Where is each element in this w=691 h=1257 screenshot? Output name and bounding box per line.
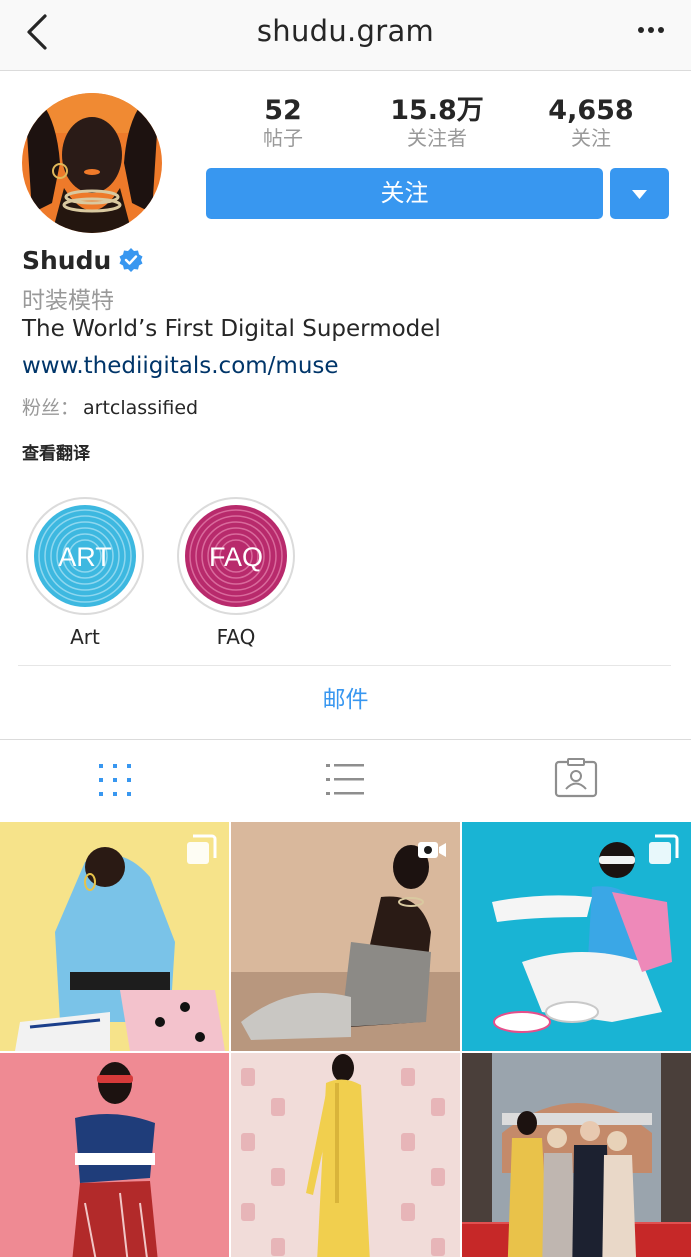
posts-label: 帖子 (263, 126, 303, 150)
profile-website-link[interactable]: www.thediigitals.com/muse (22, 353, 339, 379)
stat-posts[interactable]: 52 帖子 (208, 95, 358, 151)
post-image (0, 1053, 229, 1257)
posts-grid (0, 820, 691, 1257)
highlight-ring: FAQ (177, 497, 295, 615)
divider (18, 665, 671, 666)
carousel-icon (187, 834, 217, 864)
highlight-label-art: Art (70, 625, 100, 649)
profile-avatar[interactable] (22, 93, 162, 233)
followed-by-line: 粉丝： artclassified (22, 393, 198, 420)
followed-by-label: 粉丝： (22, 397, 80, 419)
profile-category: 时装模特 (22, 288, 114, 314)
post-thumbnail[interactable] (231, 1053, 460, 1257)
email-button[interactable]: 邮件 (0, 680, 691, 714)
posts-count: 52 (264, 95, 302, 126)
grid-icon (99, 764, 131, 796)
highlight-ring: ART (26, 497, 144, 615)
following-label: 关注 (571, 126, 611, 150)
post-thumbnail[interactable] (0, 1053, 229, 1257)
stat-following[interactable]: 4,658 关注 (516, 95, 666, 151)
tagged-icon (554, 758, 598, 798)
profile-bio: The World’s First Digital Supermodel (22, 316, 441, 342)
profile-username-title: shudu.gram (256, 14, 435, 48)
story-highlight-art[interactable]: ART Art (25, 497, 145, 649)
tab-list[interactable] (315, 755, 375, 805)
carousel-icon (649, 834, 679, 864)
video-camera-icon (418, 842, 446, 858)
verified-badge-icon (119, 248, 143, 272)
post-image (462, 1053, 691, 1257)
profile-name: Shudu (22, 245, 112, 275)
caret-down-icon (632, 190, 647, 199)
story-highlight-faq[interactable]: FAQ FAQ (176, 497, 296, 649)
divider (0, 739, 691, 740)
highlight-cover: ART (34, 505, 136, 607)
followers-count: 15.8万 (390, 95, 484, 126)
more-options-button[interactable] (633, 18, 669, 42)
post-thumbnail[interactable] (231, 822, 460, 1051)
followed-by-username[interactable]: artclassified (83, 397, 198, 419)
faq-cover-text: FAQ (209, 542, 263, 572)
more-horizontal-icon (638, 27, 664, 33)
top-nav-bar: shudu.gram (0, 0, 691, 71)
highlight-label-faq: FAQ (216, 625, 256, 649)
faq-highlight-cover-image: FAQ (185, 505, 287, 607)
follow-button[interactable]: 关注 (206, 168, 603, 219)
avatar-image (22, 93, 162, 233)
post-thumbnail[interactable] (0, 822, 229, 1051)
post-thumbnail[interactable] (462, 1053, 691, 1257)
list-icon (326, 764, 364, 795)
art-highlight-cover-image: ART (34, 505, 136, 607)
following-count: 4,658 (548, 95, 634, 126)
art-cover-text: ART (58, 542, 112, 572)
profile-name-row: Shudu (22, 244, 144, 276)
suggestions-dropdown-button[interactable] (610, 168, 669, 219)
profile-stats: 52 帖子 15.8万 关注者 4,658 关注 (206, 96, 670, 152)
tab-tagged[interactable] (546, 755, 606, 805)
post-image (231, 1053, 460, 1257)
highlight-cover: FAQ (185, 505, 287, 607)
see-translation-link[interactable]: 查看翻译 (22, 439, 90, 464)
followers-label: 关注者 (407, 126, 467, 150)
tab-grid[interactable] (85, 755, 145, 805)
post-thumbnail[interactable] (462, 822, 691, 1051)
stat-followers[interactable]: 15.8万 关注者 (362, 95, 512, 151)
